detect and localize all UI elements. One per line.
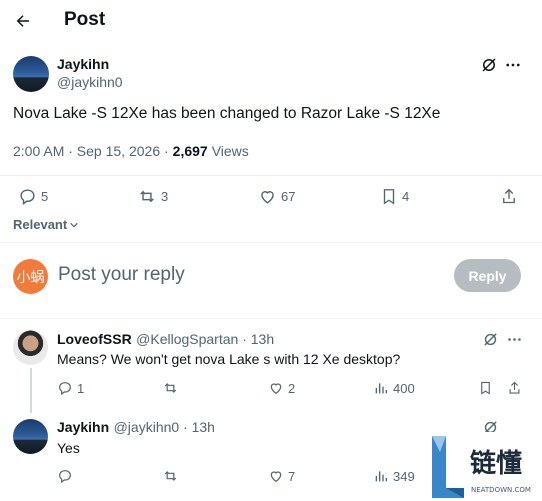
- repost-action[interactable]: 3: [137, 187, 168, 206]
- watermark-text: 链懂: [470, 448, 522, 479]
- reply-author-handle[interactable]: @KellogSpartan · 13h: [136, 331, 274, 347]
- reply-input[interactable]: Post your reply: [58, 264, 185, 286]
- divider: [0, 318, 542, 319]
- divider: [0, 242, 542, 243]
- heart-icon: [261, 191, 274, 204]
- more-button[interactable]: [506, 331, 523, 348]
- repost-action[interactable]: [162, 380, 179, 396]
- bookmark-icon: [481, 381, 490, 395]
- repost-count: 3: [161, 189, 169, 204]
- bookmark-action[interactable]: 4: [380, 187, 409, 206]
- reply-icon: [59, 470, 71, 484]
- like-count: 7: [288, 468, 296, 484]
- reply-header: Jaykihn @jaykihn0 · 13h: [57, 419, 215, 437]
- thread-line: [30, 368, 32, 413]
- more-button[interactable]: [504, 56, 522, 74]
- views-count: 400: [393, 380, 415, 396]
- share-icon: [509, 381, 520, 394]
- repost-action[interactable]: [162, 468, 179, 484]
- bookmark-icon: [383, 189, 395, 205]
- logo-icon: 链懂 NEATDOWN.COM: [430, 432, 542, 501]
- watermark-logo: 链懂 NEATDOWN.COM: [430, 432, 542, 501]
- views-count: 349: [393, 468, 415, 484]
- like-count: 67: [281, 189, 296, 204]
- views-label: Views: [211, 143, 249, 159]
- reply-count: 1: [77, 380, 85, 396]
- bookmark-action[interactable]: [478, 380, 493, 396]
- share-icon: [503, 188, 515, 204]
- arrow-left-icon: [16, 15, 29, 27]
- post-meta: 2:00 AM · Sep 15, 2026 · 2,697 Views: [13, 143, 249, 159]
- chevron-down-icon: [70, 222, 78, 228]
- grok-button[interactable]: [482, 331, 499, 348]
- share-button[interactable]: [507, 380, 522, 396]
- reply-button[interactable]: Reply: [454, 259, 521, 292]
- reply-author-name[interactable]: Jaykihn: [57, 419, 109, 435]
- more-icon: [508, 338, 521, 341]
- sort-dropdown[interactable]: Relevant: [13, 217, 79, 232]
- author-handle[interactable]: @jaykihn0: [57, 74, 123, 90]
- post-text: Nova Lake -S 12Xe has been changed to Ra…: [13, 105, 441, 122]
- grok-button[interactable]: [480, 56, 498, 74]
- reply-avatar[interactable]: [13, 330, 48, 365]
- views-icon: [375, 383, 387, 394]
- page-title: Post: [64, 9, 106, 30]
- reply-text: Yes: [57, 440, 80, 456]
- author-name[interactable]: Jaykihn: [57, 56, 109, 72]
- share-button[interactable]: [500, 187, 518, 206]
- bookmark-count: 4: [402, 189, 410, 204]
- reply-action[interactable]: [57, 468, 73, 484]
- repost-icon: [164, 383, 177, 393]
- author-avatar[interactable]: [13, 56, 49, 92]
- reply-count: 5: [41, 189, 49, 204]
- reply-icon: [20, 189, 35, 206]
- reply-icon: [59, 382, 71, 396]
- reply-author-handle[interactable]: @jaykihn0 · 13h: [114, 419, 215, 435]
- reply-header: LoveofSSR @KellogSpartan · 13h: [57, 331, 274, 349]
- views-count: 2,697: [172, 143, 208, 159]
- reply-avatar[interactable]: [13, 419, 48, 454]
- reply-text: Means? We won't get nova Lake s with 12 …: [57, 351, 401, 367]
- post-time[interactable]: 2:00 AM · Sep 15, 2026 ·: [13, 143, 169, 159]
- watermark-sub: NEATDOWN.COM: [471, 486, 531, 494]
- views-icon: [375, 471, 387, 482]
- composer-avatar: 小蜗: [13, 259, 48, 294]
- sort-label: Relevant: [13, 217, 68, 232]
- repost-icon: [164, 471, 177, 481]
- more-icon: [506, 63, 520, 67]
- heart-icon: [270, 471, 282, 483]
- reply-action[interactable]: 5: [18, 187, 48, 206]
- like-action[interactable]: 7: [268, 468, 295, 484]
- grok-icon: [482, 58, 496, 72]
- like-action[interactable]: 67: [258, 187, 295, 206]
- views-action[interactable]: 349: [373, 468, 415, 484]
- reply-author-name[interactable]: LoveofSSR: [57, 331, 132, 347]
- repost-icon: [140, 190, 154, 203]
- like-action[interactable]: 2: [268, 380, 295, 396]
- like-count: 2: [288, 380, 296, 396]
- back-button[interactable]: [8, 6, 38, 36]
- views-action[interactable]: 400: [373, 380, 415, 396]
- grok-icon: [484, 333, 497, 346]
- divider: [0, 175, 542, 176]
- heart-icon: [270, 383, 282, 395]
- reply-action[interactable]: 1: [57, 380, 84, 396]
